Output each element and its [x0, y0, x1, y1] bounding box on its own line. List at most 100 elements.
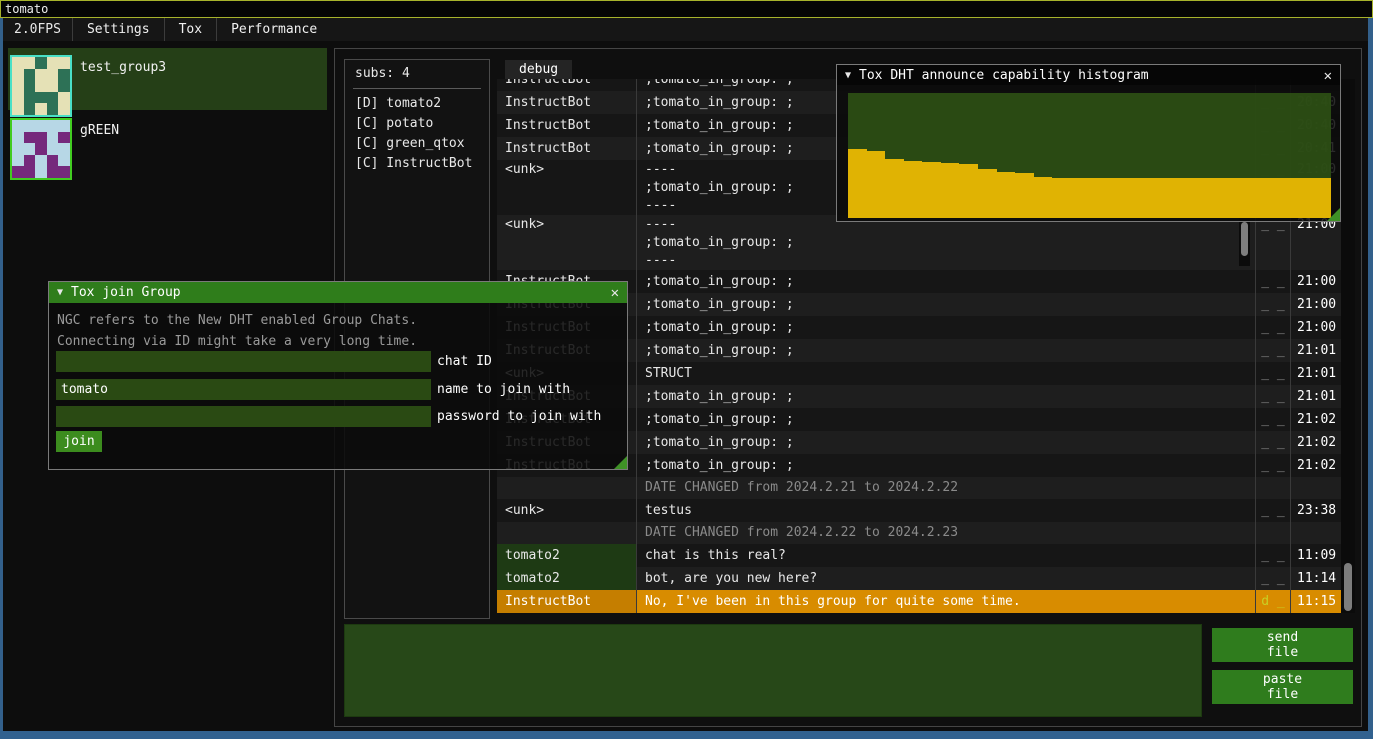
- chat-id-input[interactable]: [56, 351, 431, 372]
- histogram-bar: [867, 151, 886, 219]
- avatar-pixel: [47, 143, 59, 155]
- message-flags-cell: _ _: [1256, 293, 1291, 316]
- resize-grip[interactable]: [1327, 208, 1340, 221]
- join-info-line2: Connecting via ID might take a very long…: [57, 334, 417, 349]
- group-avatar: [10, 118, 72, 180]
- message-time: 21:00: [1297, 274, 1336, 289]
- histogram-bar: [1071, 178, 1090, 218]
- join-info-line1: NGC refers to the New DHT enabled Group …: [57, 313, 417, 328]
- app-window: tomato 2.0FPS SettingsToxPerformance tes…: [0, 0, 1373, 739]
- message-cell-scrollbar-handle[interactable]: [1241, 222, 1248, 256]
- message-name-cell: <unk>: [497, 160, 637, 215]
- histogram-bar: [848, 149, 867, 218]
- avatar-pixel: [58, 155, 70, 167]
- message-time-cell: 21:01: [1291, 339, 1340, 362]
- message-text-cell: ---- ;tomato_in_group: ; ----: [637, 215, 1256, 270]
- join-password-input-label: password to join with: [437, 406, 601, 427]
- message-sender: InstructBot: [505, 594, 591, 609]
- message-flags-cell: _ _: [1256, 544, 1291, 567]
- window-title-bar[interactable]: tomato: [0, 0, 1373, 18]
- histogram-bar: [1052, 178, 1071, 218]
- avatar-pixel: [24, 69, 36, 81]
- join-name-input-label: name to join with: [437, 379, 570, 400]
- message-row[interactable]: DATE CHANGED from 2024.2.22 to 2024.2.23: [497, 522, 1341, 544]
- subs-member: [D] tomato2: [355, 94, 472, 114]
- join-group-titlebar[interactable]: ▼ Tox join Group ✕: [49, 282, 627, 303]
- message-text-cell: No, I've been in this group for quite so…: [637, 590, 1256, 613]
- message-flags: _ _: [1261, 571, 1284, 586]
- message-row[interactable]: <unk>---- ;tomato_in_group: ; ----_ _21:…: [497, 215, 1341, 270]
- menu-item-settings[interactable]: Settings: [73, 18, 164, 41]
- message-text-cell: testus: [637, 499, 1256, 522]
- message-flags: _ _: [1261, 320, 1284, 335]
- histogram-bar: [1238, 178, 1257, 218]
- send-file-label-line2: file: [1267, 645, 1298, 660]
- message-name-cell: <unk>: [497, 215, 637, 270]
- message-sender: <unk>: [505, 503, 544, 518]
- group-avatar: [10, 55, 72, 117]
- composer-input[interactable]: [344, 624, 1202, 717]
- fps-counter: 2.0FPS: [3, 18, 72, 41]
- avatar-pixel: [58, 80, 70, 92]
- dht-histogram-titlebar[interactable]: ▼ Tox DHT announce capability histogram …: [837, 65, 1340, 85]
- message-time: 21:01: [1297, 366, 1336, 381]
- message-row[interactable]: tomato2bot, are you new here?_ _11:14: [497, 567, 1341, 590]
- join-group-window[interactable]: ▼ Tox join Group ✕ NGC refers to the New…: [48, 281, 628, 470]
- window-frame-left: [0, 18, 3, 739]
- message-sender: tomato2: [505, 571, 560, 586]
- message-time-cell: 11:09: [1291, 544, 1340, 567]
- histogram-bar: [904, 161, 923, 219]
- menu-item-tox[interactable]: Tox: [165, 18, 216, 41]
- message-cell-scrollbar-track[interactable]: [1239, 216, 1250, 266]
- avatar-pixel: [24, 132, 36, 144]
- avatar-pixel: [58, 143, 70, 155]
- message-row[interactable]: tomato2chat is this real?_ _11:09: [497, 544, 1341, 567]
- join-button[interactable]: join: [56, 431, 102, 452]
- message-flags-cell: [1256, 477, 1291, 499]
- message-row[interactable]: InstructBot No, I've been in this group f…: [497, 590, 1341, 613]
- avatar-pixel: [58, 166, 70, 178]
- message-time: 21:02: [1297, 412, 1336, 427]
- message-row[interactable]: DATE CHANGED from 2024.2.21 to 2024.2.22: [497, 477, 1341, 499]
- message-text-cell: ;tomato_in_group: ;: [637, 339, 1256, 362]
- message-flags: _ _: [1261, 389, 1284, 404]
- group-row-gREEN[interactable]: gREEN: [8, 111, 327, 173]
- message-time-cell: 11:15: [1291, 590, 1340, 613]
- paste-file-button[interactable]: paste file: [1212, 670, 1353, 704]
- avatar-pixel: [12, 155, 24, 167]
- menu-item-performance[interactable]: Performance: [217, 18, 331, 41]
- avatar-pixel: [35, 57, 47, 69]
- avatar-pixel: [12, 120, 24, 132]
- collapse-icon[interactable]: ▼: [845, 70, 851, 81]
- message-text: ;tomato_in_group: ;: [645, 343, 794, 358]
- resize-grip[interactable]: [614, 456, 627, 469]
- join-name-input[interactable]: [56, 379, 431, 400]
- group-row-test_group3[interactable]: test_group3: [8, 48, 327, 110]
- message-time-cell: 21:00: [1291, 293, 1340, 316]
- message-text: ;tomato_in_group: ;: [645, 458, 794, 473]
- avatar-pixel: [12, 92, 24, 104]
- avatar-pixel: [12, 143, 24, 155]
- message-text: testus: [645, 503, 692, 518]
- message-time-cell: 21:01: [1291, 385, 1340, 408]
- send-file-button[interactable]: send file: [1212, 628, 1353, 662]
- message-flags-cell: _ _: [1256, 270, 1291, 293]
- avatar-pixel: [35, 80, 47, 92]
- message-row[interactable]: <unk>testus_ _23:38: [497, 499, 1341, 522]
- chat-scrollbar-track[interactable]: [1341, 79, 1355, 613]
- message-flags: _ _: [1261, 274, 1284, 289]
- message-text: STRUCT: [645, 366, 692, 381]
- tab-debug[interactable]: debug: [505, 60, 572, 79]
- collapse-icon[interactable]: ▼: [57, 287, 63, 298]
- message-text: ;tomato_in_group: ;: [645, 95, 794, 110]
- message-flags-cell: d _: [1256, 590, 1291, 613]
- group-name: test_group3: [80, 60, 166, 75]
- close-icon[interactable]: ✕: [1324, 65, 1332, 86]
- message-text-cell: DATE CHANGED from 2024.2.21 to 2024.2.22: [637, 477, 1256, 499]
- join-password-input[interactable]: [56, 406, 431, 427]
- dht-histogram-window[interactable]: ▼ Tox DHT announce capability histogram …: [836, 64, 1341, 222]
- message-time: 21:02: [1297, 435, 1336, 450]
- chat-scrollbar-handle[interactable]: [1344, 563, 1352, 611]
- close-icon[interactable]: ✕: [611, 282, 619, 303]
- subs-member: [C] green_qtox: [355, 134, 472, 154]
